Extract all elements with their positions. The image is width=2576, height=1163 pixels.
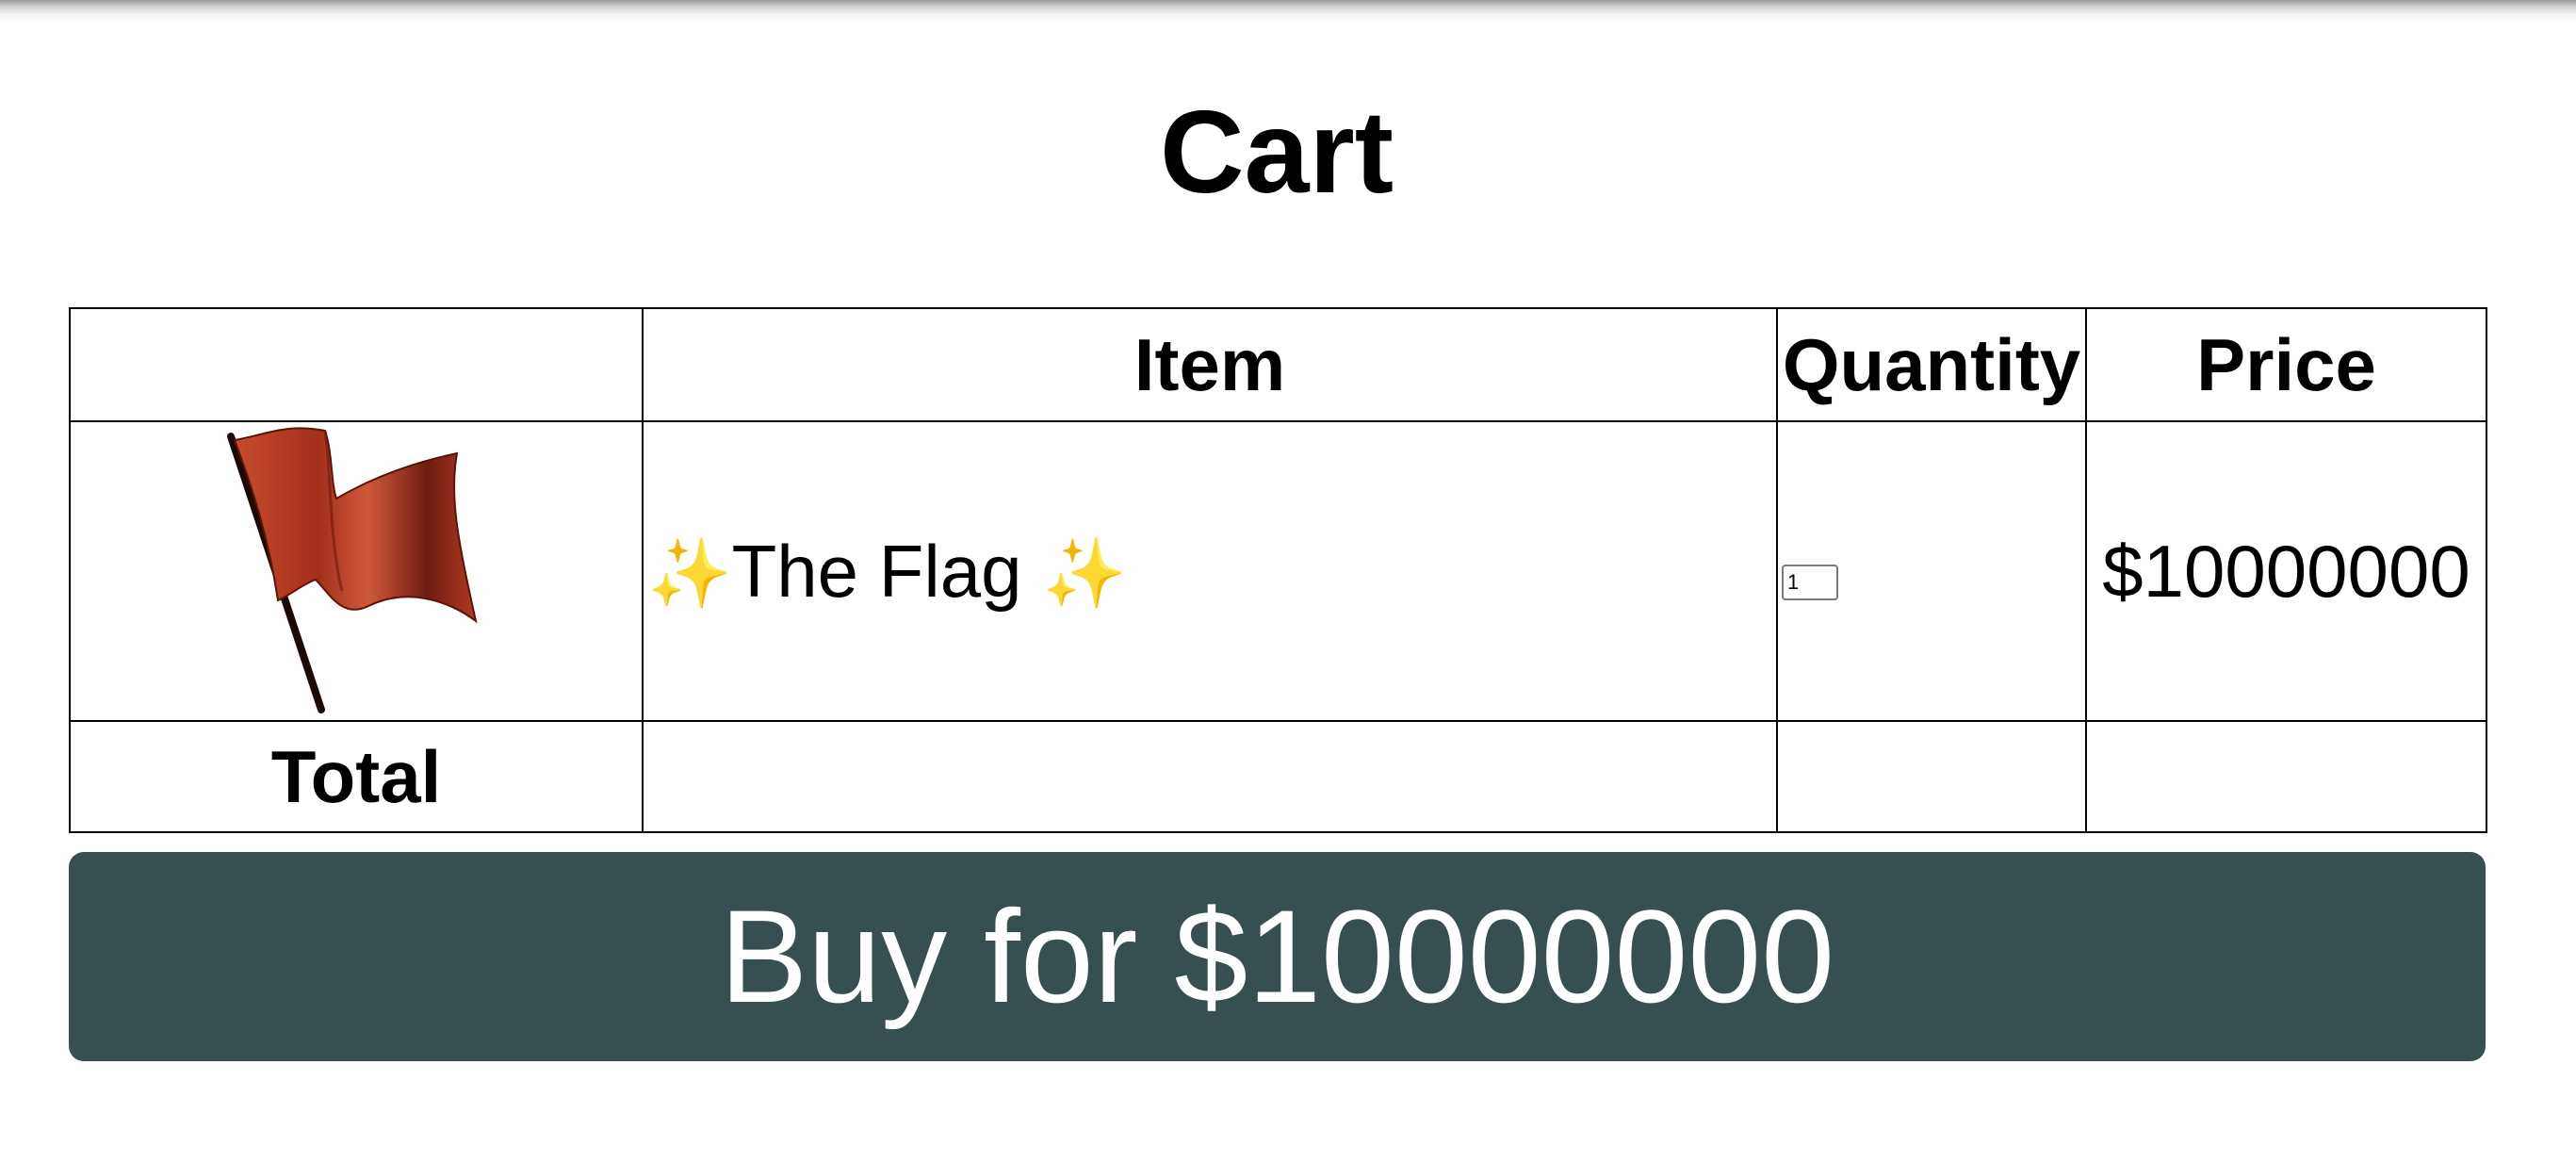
quantity-cell — [1776, 420, 2087, 722]
total-empty-cell — [642, 720, 1778, 833]
header-image — [69, 307, 644, 422]
item-name: The Flag — [731, 529, 1022, 613]
total-empty-cell — [1776, 720, 2087, 833]
price-cell: $10000000 — [2085, 420, 2487, 722]
header-item: Item — [642, 307, 1778, 422]
page-title: Cart — [1159, 88, 1394, 218]
item-image-cell — [69, 420, 644, 722]
sparkle-icon: ✨ — [1042, 535, 1127, 612]
total-empty-cell — [2085, 720, 2487, 833]
total-row: Total — [69, 720, 2487, 833]
sparkle-icon: ✨ — [647, 535, 732, 612]
quantity-input[interactable] — [1782, 565, 1838, 600]
total-label: Total — [69, 720, 644, 833]
cart-page: Cart Item Quantity Price ✨The Flag ✨ 1 $… — [0, 0, 2576, 1163]
buy-button[interactable]: Buy for $10000000 — [69, 852, 2486, 1061]
table-header-row: Item Quantity Price — [69, 307, 2487, 422]
cart-table: Item Quantity Price ✨The Flag ✨ 1 $10000… — [69, 307, 2487, 833]
header-price: Price — [2085, 307, 2487, 422]
red-flag-icon — [227, 427, 478, 713]
table-row: ✨The Flag ✨ $10000000 — [69, 420, 2487, 722]
item-name-cell: ✨The Flag ✨ — [642, 420, 1778, 722]
header-quantity: Quantity — [1776, 307, 2087, 422]
